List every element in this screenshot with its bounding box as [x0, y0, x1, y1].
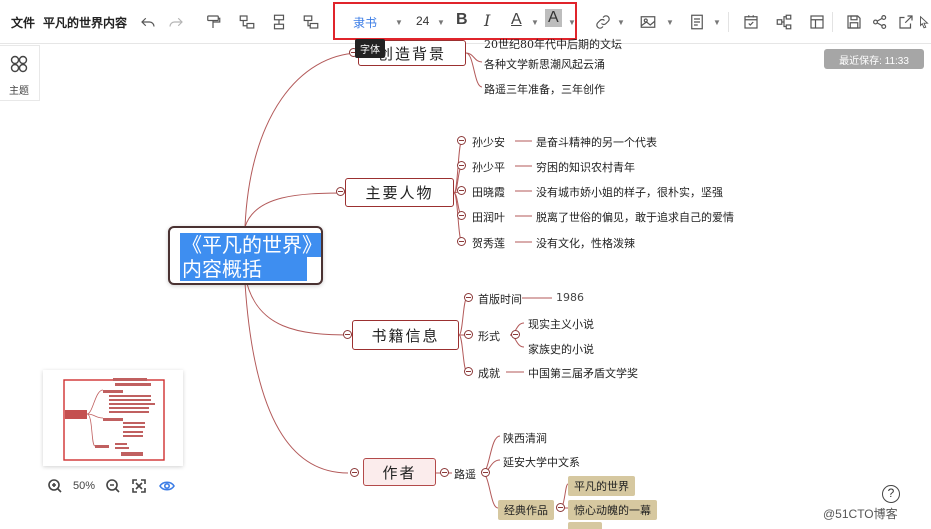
- insert-subtopic-icon[interactable]: [235, 10, 259, 34]
- toolbar-divider: [728, 12, 729, 32]
- branch-background-label: 创造背景: [377, 44, 446, 63]
- background-item[interactable]: 各种文学新思潮风起云涌: [484, 56, 605, 72]
- collapse-toggle[interactable]: [336, 187, 345, 196]
- minimap-preview: [63, 378, 165, 461]
- book-form-item[interactable]: 现实主义小说: [528, 316, 594, 332]
- font-size-select[interactable]: 24: [416, 14, 429, 28]
- note-icon[interactable]: [685, 10, 709, 34]
- branch-characters-label: 主要人物: [365, 184, 434, 202]
- collapse-toggle[interactable]: [350, 468, 359, 477]
- highlight-color-button[interactable]: A: [545, 9, 562, 27]
- share-icon[interactable]: [868, 10, 892, 34]
- zoom-out-icon[interactable]: [105, 478, 121, 494]
- chevron-down-icon[interactable]: ▼: [713, 18, 721, 27]
- collapse-toggle[interactable]: [457, 186, 466, 195]
- document-title[interactable]: 平凡的世界内容: [43, 0, 127, 44]
- chevron-down-icon[interactable]: ▼: [666, 18, 674, 27]
- character-desc[interactable]: 是奋斗精神的另一个代表: [536, 134, 657, 150]
- redo-icon[interactable]: [164, 10, 188, 34]
- tooltip: 字体: [355, 39, 385, 58]
- insert-sibling-icon[interactable]: [267, 10, 291, 34]
- chevron-down-icon[interactable]: ▼: [568, 18, 576, 27]
- collapse-toggle[interactable]: [440, 468, 449, 477]
- book-form-item[interactable]: 家族史的小说: [528, 341, 594, 357]
- eye-icon[interactable]: [157, 478, 177, 494]
- toolbar: 文件 平凡的世界内容 隶书 ▼ 24 ▼ B I A ▼ A ▼ 字体 ▼ ▼ …: [0, 0, 931, 58]
- watermark: @51CTO博客: [823, 507, 898, 521]
- book-award-value[interactable]: 中国第三届矛盾文学奖: [528, 365, 638, 381]
- format-painter-icon[interactable]: [201, 10, 225, 34]
- author-item[interactable]: 陕西清涧: [503, 430, 547, 446]
- chevron-down-icon[interactable]: ▼: [437, 18, 445, 27]
- root-topic[interactable]: 《平凡的世界》 内容概括: [168, 226, 323, 285]
- collapse-toggle[interactable]: [457, 237, 466, 246]
- undo-icon[interactable]: [136, 10, 160, 34]
- root-title[interactable]: 《平凡的世界》: [180, 233, 322, 257]
- collapse-toggle[interactable]: [481, 468, 490, 477]
- minimap[interactable]: [43, 370, 183, 466]
- italic-button[interactable]: I: [484, 11, 490, 30]
- fit-screen-icon[interactable]: [131, 478, 147, 494]
- help-button[interactable]: ?: [882, 485, 900, 503]
- collapse-toggle[interactable]: [464, 367, 473, 376]
- branch-author[interactable]: 作者: [363, 458, 436, 486]
- branch-author-label: 作者: [382, 463, 417, 482]
- work-tag[interactable]: 惊心动魄的一幕: [568, 500, 657, 520]
- author-item[interactable]: 延安大学中文系: [503, 454, 580, 470]
- toolbar-divider: [832, 12, 833, 32]
- pointer-icon[interactable]: [917, 10, 931, 34]
- character-name[interactable]: 贺秀莲: [472, 235, 505, 251]
- export-icon[interactable]: [894, 10, 918, 34]
- zoom-in-icon[interactable]: [47, 478, 63, 494]
- background-item[interactable]: 路遥三年准备，三年创作: [484, 81, 605, 97]
- branch-characters[interactable]: 主要人物: [345, 178, 454, 207]
- background-item[interactable]: 20世纪80年代中后期的文坛: [484, 36, 622, 52]
- zoom-controls: 50%: [47, 476, 177, 496]
- collapse-toggle[interactable]: [464, 293, 473, 302]
- character-name[interactable]: 田晓霞: [472, 184, 505, 200]
- author-works-tag[interactable]: 经典作品: [498, 500, 554, 520]
- collapse-toggle[interactable]: [464, 330, 473, 339]
- book-form-label[interactable]: 形式: [478, 328, 500, 344]
- branch-book-label: 书籍信息: [371, 326, 440, 345]
- character-desc[interactable]: 穷困的知识农村青年: [536, 159, 635, 175]
- font-family-select[interactable]: 隶书: [353, 14, 377, 31]
- book-first-pub-label[interactable]: 首版时间: [478, 291, 522, 307]
- character-desc[interactable]: 没有文化，性格泼辣: [536, 235, 635, 251]
- root-subtitle[interactable]: 内容概括: [180, 257, 307, 281]
- branch-book-info[interactable]: 书籍信息: [352, 320, 459, 350]
- character-desc[interactable]: 没有城市娇小姐的样子，很朴实，坚强: [536, 184, 723, 200]
- work-tag-cutoff[interactable]: [568, 522, 602, 529]
- character-name[interactable]: 田润叶: [472, 209, 505, 225]
- collapse-toggle[interactable]: [457, 136, 466, 145]
- zoom-level: 50%: [73, 480, 96, 492]
- chevron-down-icon[interactable]: ▼: [395, 18, 403, 27]
- image-icon[interactable]: [636, 10, 660, 34]
- save-icon[interactable]: [842, 10, 866, 34]
- font-color-button[interactable]: A: [511, 11, 522, 29]
- calendar-check-icon[interactable]: [739, 10, 763, 34]
- collapse-toggle[interactable]: [556, 503, 565, 512]
- work-tag[interactable]: 平凡的世界: [568, 476, 635, 496]
- link-icon[interactable]: [591, 10, 615, 34]
- collapse-toggle[interactable]: [457, 161, 466, 170]
- insert-parent-icon[interactable]: [299, 10, 323, 34]
- chevron-down-icon[interactable]: ▼: [531, 18, 539, 27]
- collapse-toggle[interactable]: [511, 330, 520, 339]
- collapse-toggle[interactable]: [343, 330, 352, 339]
- bold-button[interactable]: B: [456, 11, 468, 29]
- chevron-down-icon[interactable]: ▼: [617, 18, 625, 27]
- author-name[interactable]: 路遥: [454, 466, 476, 482]
- file-menu[interactable]: 文件: [11, 0, 35, 44]
- book-award-label[interactable]: 成就: [478, 365, 500, 381]
- character-desc[interactable]: 脱离了世俗的偏见，敢于追求自己的爱情: [536, 209, 734, 225]
- structure-icon[interactable]: [772, 10, 796, 34]
- book-first-pub-value[interactable]: 1986: [556, 291, 584, 304]
- collapse-toggle[interactable]: [457, 211, 466, 220]
- character-name[interactable]: 孙少安: [472, 134, 505, 150]
- layout-icon[interactable]: [805, 10, 829, 34]
- character-name[interactable]: 孙少平: [472, 159, 505, 175]
